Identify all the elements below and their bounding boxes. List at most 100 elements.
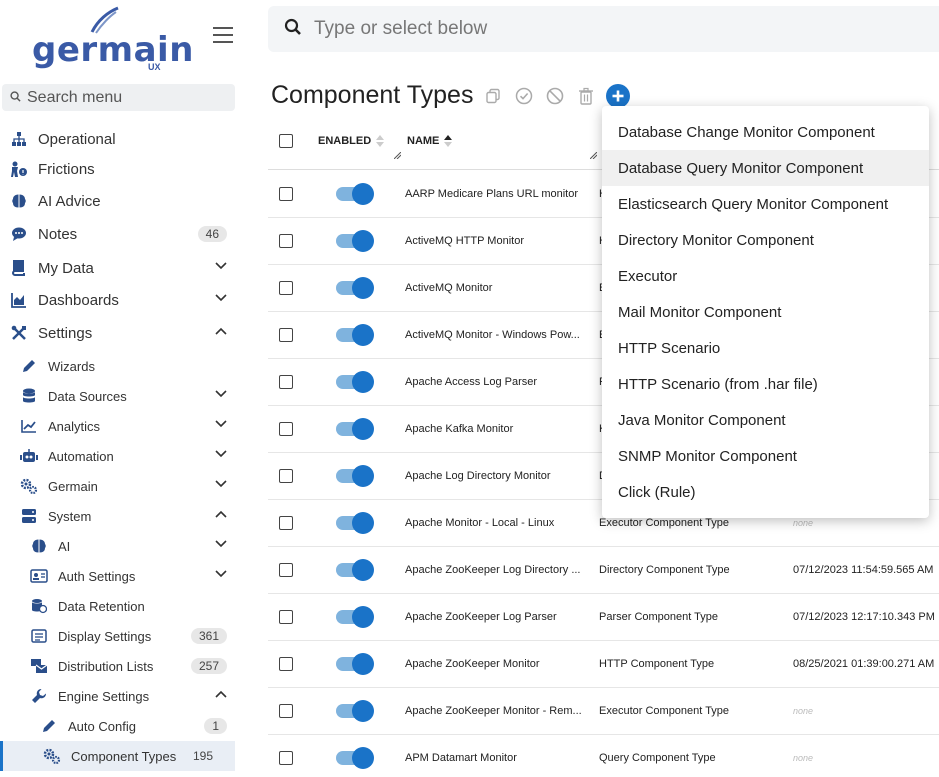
menu-item-http-scenario[interactable]: HTTP Scenario [602, 330, 929, 366]
sidebar-item-wizards[interactable]: Wizards [0, 351, 243, 381]
component-name: ActiveMQ Monitor [405, 282, 493, 294]
sidebar-item-label: Display Settings [58, 628, 152, 644]
sidebar-item-auth-settings[interactable]: Auth Settings [0, 561, 243, 591]
row-checkbox[interactable] [279, 422, 293, 436]
row-checkbox[interactable] [279, 234, 293, 248]
menu-item-click-rule[interactable]: Click (Rule) [602, 474, 929, 510]
enabled-toggle[interactable] [336, 418, 374, 440]
row-checkbox[interactable] [279, 469, 293, 483]
enabled-toggle[interactable] [336, 559, 374, 581]
component-name: Apache Log Directory Monitor [405, 470, 551, 482]
ban-icon[interactable] [546, 87, 564, 105]
add-component-button[interactable] [606, 84, 630, 108]
sidebar-item-ai[interactable]: AI [0, 531, 243, 561]
menu-item-http-scenario-from-har-file[interactable]: HTTP Scenario (from .har file) [602, 366, 929, 402]
enabled-toggle[interactable] [336, 465, 374, 487]
chevron-down-icon[interactable] [215, 262, 227, 272]
sidebar-item-operational[interactable]: Operational [0, 124, 243, 154]
menu-item-executor[interactable]: Executor [602, 258, 929, 294]
chevron-down-icon[interactable] [215, 390, 227, 400]
sidebar-item-automation[interactable]: Automation [0, 441, 243, 471]
row-checkbox[interactable] [279, 657, 293, 671]
sort-asc-icon [444, 135, 453, 147]
name-column-header[interactable]: NAME [407, 135, 453, 147]
chevron-down-icon[interactable] [215, 294, 227, 304]
chevron-down-icon[interactable] [215, 480, 227, 490]
chevron-up-icon[interactable] [215, 510, 227, 520]
sidebar-item-component-types[interactable]: Component Types 195 [0, 741, 235, 771]
row-checkbox[interactable] [279, 563, 293, 577]
menu-item-java-monitor-component[interactable]: Java Monitor Component [602, 402, 929, 438]
select-all-checkbox[interactable] [279, 134, 293, 148]
table-row[interactable]: Apache ZooKeeper Log Directory ... Direct… [268, 547, 939, 594]
menu-item-mail-monitor-component[interactable]: Mail Monitor Component [602, 294, 929, 330]
resize-handle-icon[interactable] [590, 152, 597, 159]
row-checkbox[interactable] [279, 187, 293, 201]
mail-bulk-icon [30, 657, 48, 675]
enabled-toggle[interactable] [336, 512, 374, 534]
sidebar-item-auto-config[interactable]: Auto Config 1 [0, 711, 243, 741]
global-search-bar[interactable]: Type or select below [268, 6, 939, 52]
chevron-down-icon[interactable] [215, 570, 227, 580]
table-row[interactable]: APM Datamart Monitor Query Component Type… [268, 735, 939, 777]
row-checkbox[interactable] [279, 328, 293, 342]
enabled-toggle[interactable] [336, 324, 374, 346]
enabled-toggle[interactable] [336, 183, 374, 205]
chevron-down-icon[interactable] [215, 540, 227, 550]
sidebar-item-data-sources[interactable]: Data Sources [0, 381, 243, 411]
chevron-down-icon[interactable] [215, 420, 227, 430]
component-type: HTTP Component Type [599, 658, 715, 670]
row-checkbox[interactable] [279, 516, 293, 530]
sidebar-item-engine-settings[interactable]: Engine Settings [0, 681, 243, 711]
chevron-down-icon[interactable] [215, 450, 227, 460]
check-circle-icon[interactable] [515, 87, 533, 105]
enabled-toggle[interactable] [336, 277, 374, 299]
row-checkbox[interactable] [279, 375, 293, 389]
enabled-toggle[interactable] [336, 371, 374, 393]
sidebar-item-my-data[interactable]: My Data [0, 253, 243, 283]
count-badge: 1 [204, 718, 227, 734]
menu-item-elasticsearch-query-monitor-component[interactable]: Elasticsearch Query Monitor Component [602, 186, 929, 222]
germain-logo[interactable]: germain UX [30, 4, 193, 74]
enabled-toggle[interactable] [336, 230, 374, 252]
copy-icon[interactable] [484, 87, 502, 105]
sidebar-item-label: Engine Settings [58, 688, 150, 704]
row-checkbox[interactable] [279, 751, 293, 765]
menu-item-database-query-monitor-component[interactable]: Database Query Monitor Component [602, 150, 929, 186]
sidebar-item-label: Distribution Lists [58, 658, 154, 674]
enabled-toggle[interactable] [336, 747, 374, 769]
sidebar-item-settings[interactable]: Settings [0, 318, 243, 348]
table-row[interactable]: Apache ZooKeeper Log Parser Parser Compon… [268, 594, 939, 641]
row-checkbox[interactable] [279, 610, 293, 624]
menu-item-snmp-monitor-component[interactable]: SNMP Monitor Component [602, 438, 929, 474]
row-checkbox[interactable] [279, 281, 293, 295]
component-type: Executor Component Type [599, 705, 730, 717]
enabled-toggle[interactable] [336, 653, 374, 675]
sidebar-item-dashboards[interactable]: Dashboards [0, 285, 243, 315]
sidebar-item-label: Data Sources [48, 388, 127, 404]
sidebar-item-ai-advice[interactable]: AI Advice [0, 186, 243, 216]
chevron-up-icon[interactable] [215, 690, 227, 700]
sidebar-item-frictions[interactable]: Frictions [0, 154, 243, 184]
enabled-toggle[interactable] [336, 700, 374, 722]
search-menu-input[interactable]: Search menu [2, 84, 235, 111]
row-checkbox[interactable] [279, 704, 293, 718]
table-row[interactable]: Apache ZooKeeper Monitor - Rem... Executo… [268, 688, 939, 735]
enabled-column-header[interactable]: ENABLED [318, 135, 385, 147]
sidebar-item-distribution-lists[interactable]: Distribution Lists 257 [0, 651, 243, 681]
sidebar-item-germain[interactable]: Germain [0, 471, 243, 501]
sidebar-item-system[interactable]: System [0, 501, 243, 531]
trash-icon[interactable] [577, 87, 595, 105]
sidebar-item-display-settings[interactable]: Display Settings 361 [0, 621, 243, 651]
chevron-up-icon[interactable] [215, 327, 227, 337]
menu-item-directory-monitor-component[interactable]: Directory Monitor Component [602, 222, 929, 258]
enabled-toggle[interactable] [336, 606, 374, 628]
resize-handle-icon[interactable] [394, 152, 401, 159]
hamburger-menu-icon[interactable] [213, 27, 233, 45]
table-row[interactable]: Apache ZooKeeper Monitor HTTP Component T… [268, 641, 939, 688]
brain-icon [10, 192, 28, 210]
sidebar-item-analytics[interactable]: Analytics [0, 411, 243, 441]
menu-item-database-change-monitor-component[interactable]: Database Change Monitor Component [602, 114, 929, 150]
sidebar-item-data-retention[interactable]: Data Retention [0, 591, 243, 621]
sidebar-item-notes[interactable]: Notes 46 [0, 219, 243, 249]
